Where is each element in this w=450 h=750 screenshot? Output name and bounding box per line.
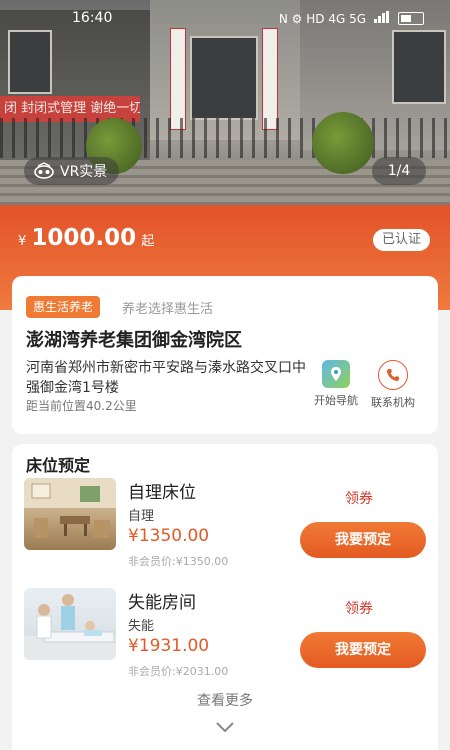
facility-name: 澎湖湾养老集团御金湾院区 [26, 330, 242, 351]
vertical-banner [170, 28, 186, 130]
status-bar: 16:40 N ⚙ HD 4G 5G [0, 0, 450, 36]
contact-facility-button[interactable]: 联系机构 [365, 360, 421, 410]
shrub [312, 112, 374, 174]
battery-icon [398, 12, 424, 25]
signal-icon [374, 11, 390, 26]
non-member-price: 非会员价:¥1350.00 [128, 555, 229, 568]
room-item[interactable]: 失能房间 失能 ¥1931.00 非会员价:¥2031.00 领券 我要预定 [12, 588, 438, 688]
facility-address: 河南省郑州市新密市平安路与溱水路交叉口中强御金湾1号楼 [26, 360, 306, 396]
start-navigation-button[interactable]: 开始导航 [308, 360, 364, 408]
vr-label: VR实景 [60, 164, 108, 180]
room-type: 自理 [128, 509, 155, 524]
bed-reservation-card: 床位预定 自理床位 自理 ¥1350.00 非会员价:¥1350.00 领券 我… [12, 444, 438, 750]
entrance-door [190, 36, 258, 120]
map-icon [322, 360, 350, 388]
room-photo [24, 478, 116, 550]
vr-headset-icon [34, 162, 54, 179]
status-indicator-text: N ⚙ HD 4G 5G [278, 11, 366, 26]
price-amount: 1000.00 [31, 225, 137, 251]
facility-info-card: 惠生活养老 养老选择惠生活 澎湖湾养老集团御金湾院区 河南省郑州市新密市平安路与… [12, 276, 438, 434]
window [8, 30, 52, 94]
room-price: ¥1931.00 [128, 636, 210, 656]
room-photo [24, 588, 116, 660]
room-item[interactable]: 自理床位 自理 ¥1350.00 非会员价:¥1350.00 领券 我要预定 [12, 478, 438, 578]
room-title: 失能房间 [128, 593, 196, 613]
non-member-price: 非会员价:¥2031.00 [128, 665, 229, 678]
get-coupon-link[interactable]: 领券 [345, 598, 373, 618]
image-counter: 1/4 [372, 157, 426, 185]
phone-icon [378, 360, 408, 390]
contact-label: 联系机构 [371, 396, 415, 409]
room-title: 自理床位 [128, 483, 196, 503]
status-time: 16:40 [72, 10, 113, 26]
chevron-down-icon[interactable] [215, 720, 235, 734]
vertical-banner [262, 28, 278, 130]
view-more-link[interactable]: 查看更多 [12, 690, 438, 710]
starting-price: ¥ 1000.00 起 [18, 225, 154, 251]
status-indicators: N ⚙ HD 4G 5G [279, 11, 424, 26]
brand-tag: 惠生活养老 [26, 296, 101, 318]
window [392, 30, 446, 104]
vr-tour-button[interactable]: VR实景 [24, 157, 120, 185]
section-title: 床位预定 [26, 456, 91, 475]
get-coupon-link[interactable]: 领券 [345, 488, 373, 508]
room-price: ¥1350.00 [128, 526, 210, 546]
book-button[interactable]: 我要预定 [300, 522, 426, 558]
brand-slogan: 养老选择惠生活 [122, 302, 214, 317]
currency-symbol: ¥ [18, 234, 27, 249]
certified-badge: 已认证 [372, 229, 430, 251]
price-suffix: 起 [141, 234, 155, 249]
fence [0, 118, 450, 158]
book-button[interactable]: 我要预定 [300, 632, 426, 668]
navigation-label: 开始导航 [314, 394, 358, 407]
hero-image[interactable]: 闭 封闭式管理 谢绝一切探 16:40 N ⚙ HD 4G 5G VR实景 1/… [0, 0, 450, 205]
room-type: 失能 [128, 619, 155, 634]
distance-text: 距当前位置40.2公里 [26, 399, 137, 413]
